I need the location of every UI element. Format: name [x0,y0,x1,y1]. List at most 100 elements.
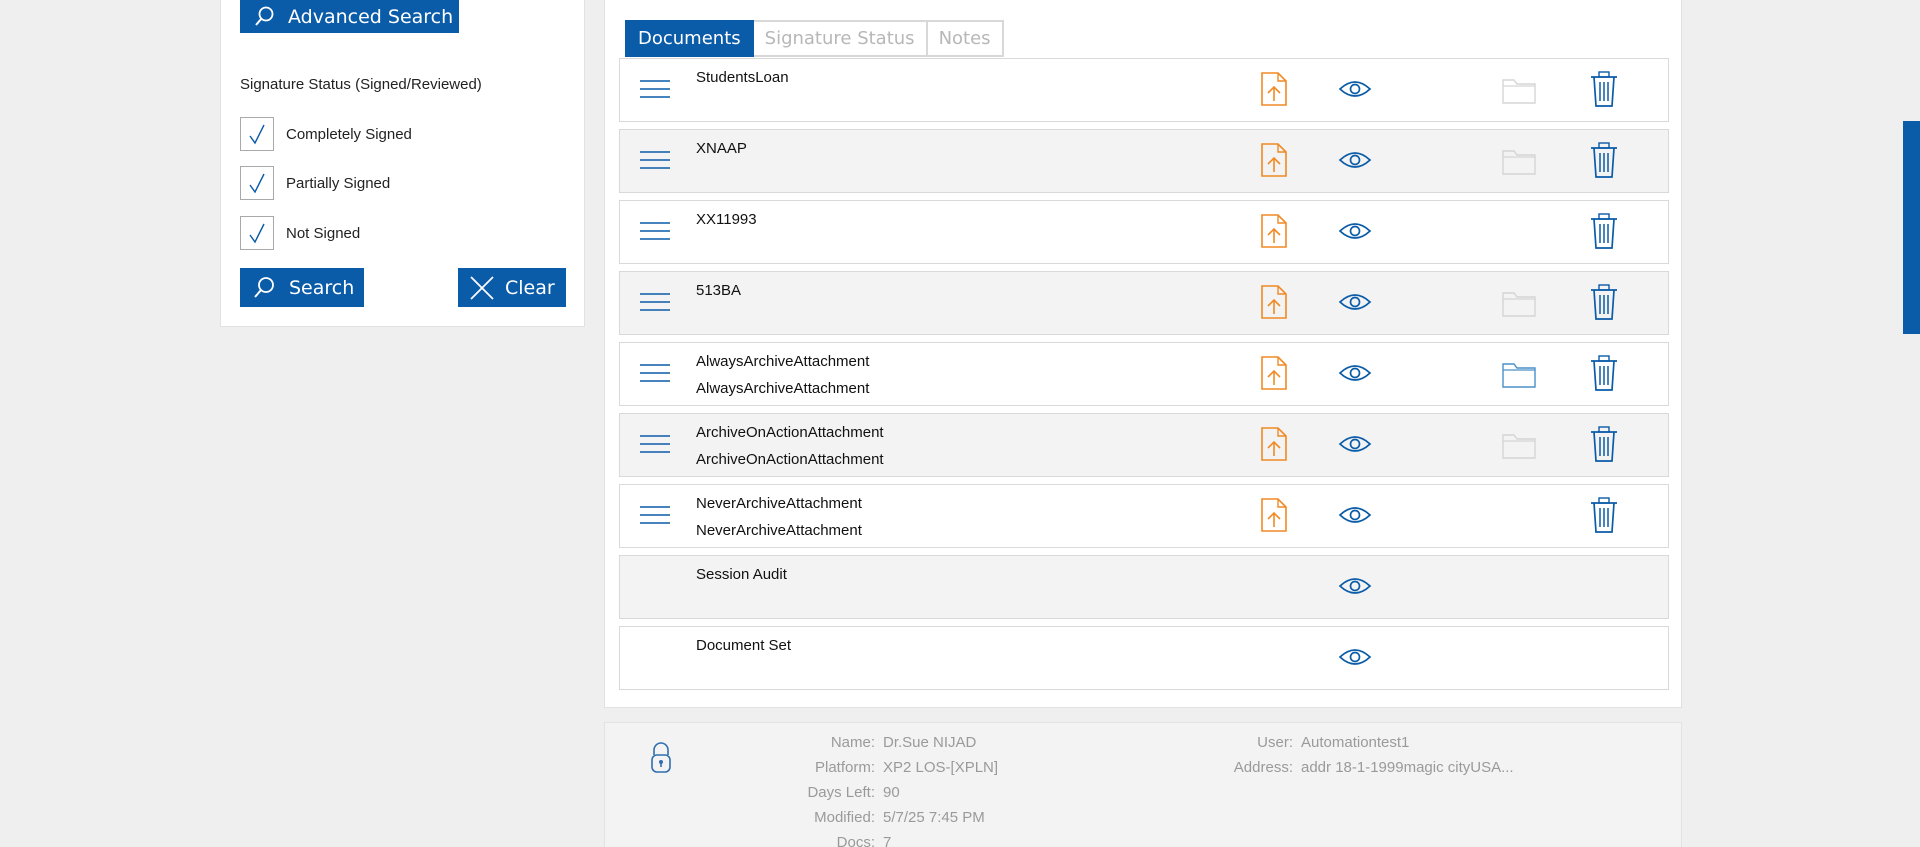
trash-icon[interactable] [1590,71,1618,112]
not-signed-checkbox[interactable] [240,216,274,250]
signature-status-title: Signature Status (Signed/Reviewed) [240,76,482,93]
info-address-label: Address: [1233,759,1293,776]
document-row[interactable]: ArchiveOnActionAttachment ArchiveOnAction… [619,413,1669,477]
info-docs-value: 7 [883,834,892,847]
document-name[interactable]: AlwaysArchiveAttachment [696,353,869,370]
trash-icon[interactable] [1590,355,1618,396]
document-subname: AlwaysArchiveAttachment [696,380,870,397]
partially-signed-checkbox[interactable] [240,166,274,200]
upload-file-icon[interactable] [1260,356,1288,395]
eye-icon[interactable] [1338,363,1372,388]
checkmark-icon [249,173,265,194]
upload-file-icon[interactable] [1260,143,1288,182]
hamburger-menu-icon[interactable] [640,150,670,175]
trash-icon[interactable] [1590,497,1618,538]
close-icon [470,275,494,300]
advanced-search-label: Advanced Search [288,5,454,28]
document-name[interactable]: XX11993 [696,211,757,228]
trash-icon[interactable] [1590,213,1618,254]
document-name[interactable]: Document Set [696,637,791,654]
clear-label: Clear [505,276,555,299]
search-icon [255,6,274,26]
info-modified-row: Modified: 5/7/25 7:45 PM [605,809,985,826]
info-days-left-row: Days Left: 90 [605,784,900,801]
info-user-value: Automationtest1 [1301,734,1410,751]
document-row[interactable]: StudentsLoan [619,58,1669,122]
eye-icon[interactable] [1338,576,1372,601]
hamburger-menu-icon[interactable] [640,363,670,388]
folder-icon [1502,147,1536,180]
checkbox-row-not-signed: Not Signed [240,216,360,250]
document-row[interactable]: NeverArchiveAttachment NeverArchiveAttach… [619,484,1669,548]
advanced-search-button[interactable]: Advanced Search [240,0,459,33]
search-label: Search [289,276,355,299]
hamburger-menu-icon[interactable] [640,505,670,530]
clear-button[interactable]: Clear [458,268,566,307]
hamburger-menu-icon[interactable] [640,79,670,104]
eye-icon[interactable] [1338,434,1372,459]
info-docs-row: Docs: 7 [605,834,892,847]
document-name[interactable]: 513BA [696,282,741,299]
eye-icon[interactable] [1338,150,1372,175]
info-user-row: User: Automationtest1 [605,734,1409,751]
eye-icon[interactable] [1338,221,1372,246]
info-address-row: Address: addr 18-1-1999magic cityUSA... [605,759,1514,776]
folder-icon [1502,76,1536,109]
info-address-value: addr 18-1-1999magic cityUSA... [1301,759,1514,776]
document-row[interactable]: XX11993 [619,200,1669,264]
search-icon [254,276,274,298]
side-panel-handle[interactable] [1903,121,1920,334]
document-row[interactable]: 513BA [619,271,1669,335]
document-subname: NeverArchiveAttachment [696,522,862,539]
upload-file-icon[interactable] [1260,72,1288,111]
upload-file-icon[interactable] [1260,498,1288,537]
info-docs-label: Docs: [836,834,875,847]
trash-icon[interactable] [1590,426,1618,467]
not-signed-label: Not Signed [286,224,361,242]
folder-icon [1502,431,1536,464]
document-name[interactable]: StudentsLoan [696,69,789,86]
eye-icon[interactable] [1338,79,1372,104]
search-panel: Advanced Search Signature Status (Signed… [220,0,585,327]
document-name[interactable]: Session Audit [696,566,787,583]
info-days-left-label: Days Left: [807,784,875,801]
checkmark-icon [249,124,265,145]
partially-signed-label: Partially Signed [286,174,391,192]
folder-icon [1502,289,1536,322]
trash-icon[interactable] [1590,142,1618,183]
document-row[interactable]: XNAAP [619,129,1669,193]
checkmark-icon [249,223,265,244]
checkbox-row-completely-signed: Completely Signed [240,117,412,151]
document-name[interactable]: NeverArchiveAttachment [696,495,862,512]
tab-notes[interactable]: Notes [927,20,1004,57]
tab-signature-status[interactable]: Signature Status [753,20,928,57]
info-modified-label: Modified: [814,809,875,826]
hamburger-menu-icon[interactable] [640,292,670,317]
document-row[interactable]: AlwaysArchiveAttachment AlwaysArchiveAtta… [619,342,1669,406]
documents-panel: Documents Signature Status Notes Student… [604,0,1682,708]
info-modified-value: 5/7/25 7:45 PM [883,809,985,826]
info-days-left-value: 90 [883,784,900,801]
eye-icon[interactable] [1338,505,1372,530]
upload-file-icon[interactable] [1260,285,1288,324]
completely-signed-checkbox[interactable] [240,117,274,151]
document-row[interactable]: Session Audit [619,555,1669,619]
upload-file-icon[interactable] [1260,427,1288,466]
tab-documents[interactable]: Documents [625,20,754,57]
trash-icon[interactable] [1590,284,1618,325]
eye-icon[interactable] [1338,647,1372,672]
session-info-panel: Name: Dr.Sue NIJAD Platform: XP2 LOS-[XP… [604,722,1682,847]
upload-file-icon[interactable] [1260,214,1288,253]
folder-icon[interactable] [1502,360,1536,393]
hamburger-menu-icon[interactable] [640,434,670,459]
document-name[interactable]: ArchiveOnActionAttachment [696,424,884,441]
eye-icon[interactable] [1338,292,1372,317]
search-button[interactable]: Search [240,268,364,307]
document-row[interactable]: Document Set [619,626,1669,690]
info-user-label: User: [1257,734,1293,751]
hamburger-menu-icon[interactable] [640,221,670,246]
tab-bar: Documents Signature Status Notes [625,20,1004,57]
document-name[interactable]: XNAAP [696,140,747,157]
completely-signed-label: Completely Signed [286,125,412,143]
document-subname: ArchiveOnActionAttachment [696,451,884,468]
